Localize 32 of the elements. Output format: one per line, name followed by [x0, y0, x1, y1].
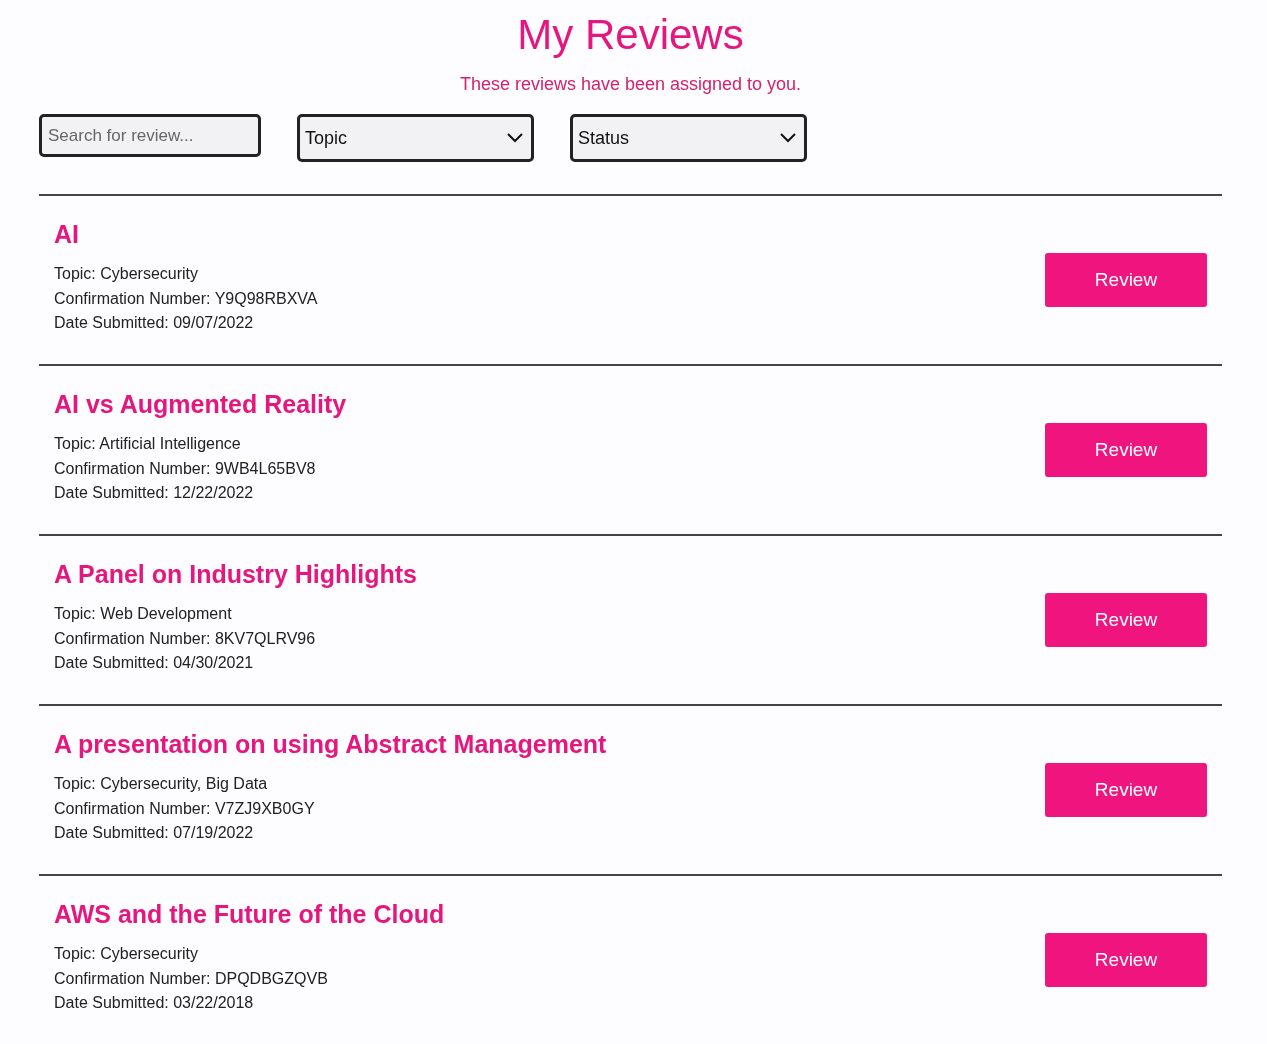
review-title: AI	[54, 219, 80, 250]
confirmation-number: Confirmation Number: 9WB4L65BV8	[54, 458, 317, 479]
review-topic: Topic: Web Development	[54, 604, 233, 624]
chevron-down-icon	[507, 133, 523, 143]
review-button[interactable]: Review	[1045, 423, 1207, 477]
review-topic: Topic: Cybersecurity	[54, 264, 200, 284]
review-title: AWS and the Future of the Cloud	[54, 899, 445, 930]
review-title: A Panel on Industry Highlights	[54, 559, 417, 590]
date-submitted: Date Submitted: 04/30/2021	[54, 653, 255, 673]
confirmation-number: Confirmation Number: DPQDBGZQVB	[54, 968, 329, 989]
review-button[interactable]: Review	[1045, 763, 1207, 817]
date-submitted: Date Submitted: 07/19/2022	[54, 823, 255, 843]
date-submitted: Date Submitted: 12/22/2022	[54, 483, 255, 503]
date-submitted: Date Submitted: 09/07/2022	[54, 313, 255, 333]
chevron-down-icon	[780, 133, 796, 143]
review-button[interactable]: Review	[1045, 253, 1207, 307]
confirmation-number: Confirmation Number: 8KV7QLRV96	[54, 628, 317, 649]
review-topic: Topic: Artificial Intelligence	[54, 434, 242, 454]
review-button[interactable]: Review	[1045, 593, 1207, 647]
review-title: A presentation on using Abstract Management	[54, 729, 607, 760]
review-button[interactable]: Review	[1045, 933, 1207, 987]
review-title: AI vs Augmented Reality	[54, 389, 347, 420]
review-topic: Topic: Cybersecurity	[54, 944, 200, 964]
filter-dropdown[interactable]: Topic	[297, 114, 534, 162]
confirmation-number: Confirmation Number: Y9Q98RBXVA	[54, 288, 318, 309]
review-topic: Topic: Cybersecurity, Big Data	[54, 774, 269, 794]
search-field[interactable]: Search for review...	[39, 114, 261, 157]
date-submitted: Date Submitted: 03/22/2018	[54, 993, 255, 1013]
page-title: My Reviews	[516, 10, 745, 60]
confirmation-number: Confirmation Number: V7ZJ9XB0GY	[54, 798, 316, 819]
filter-dropdown[interactable]: Status	[570, 114, 807, 162]
page-subtitle: These reviews have been assigned to you.	[458, 73, 803, 96]
